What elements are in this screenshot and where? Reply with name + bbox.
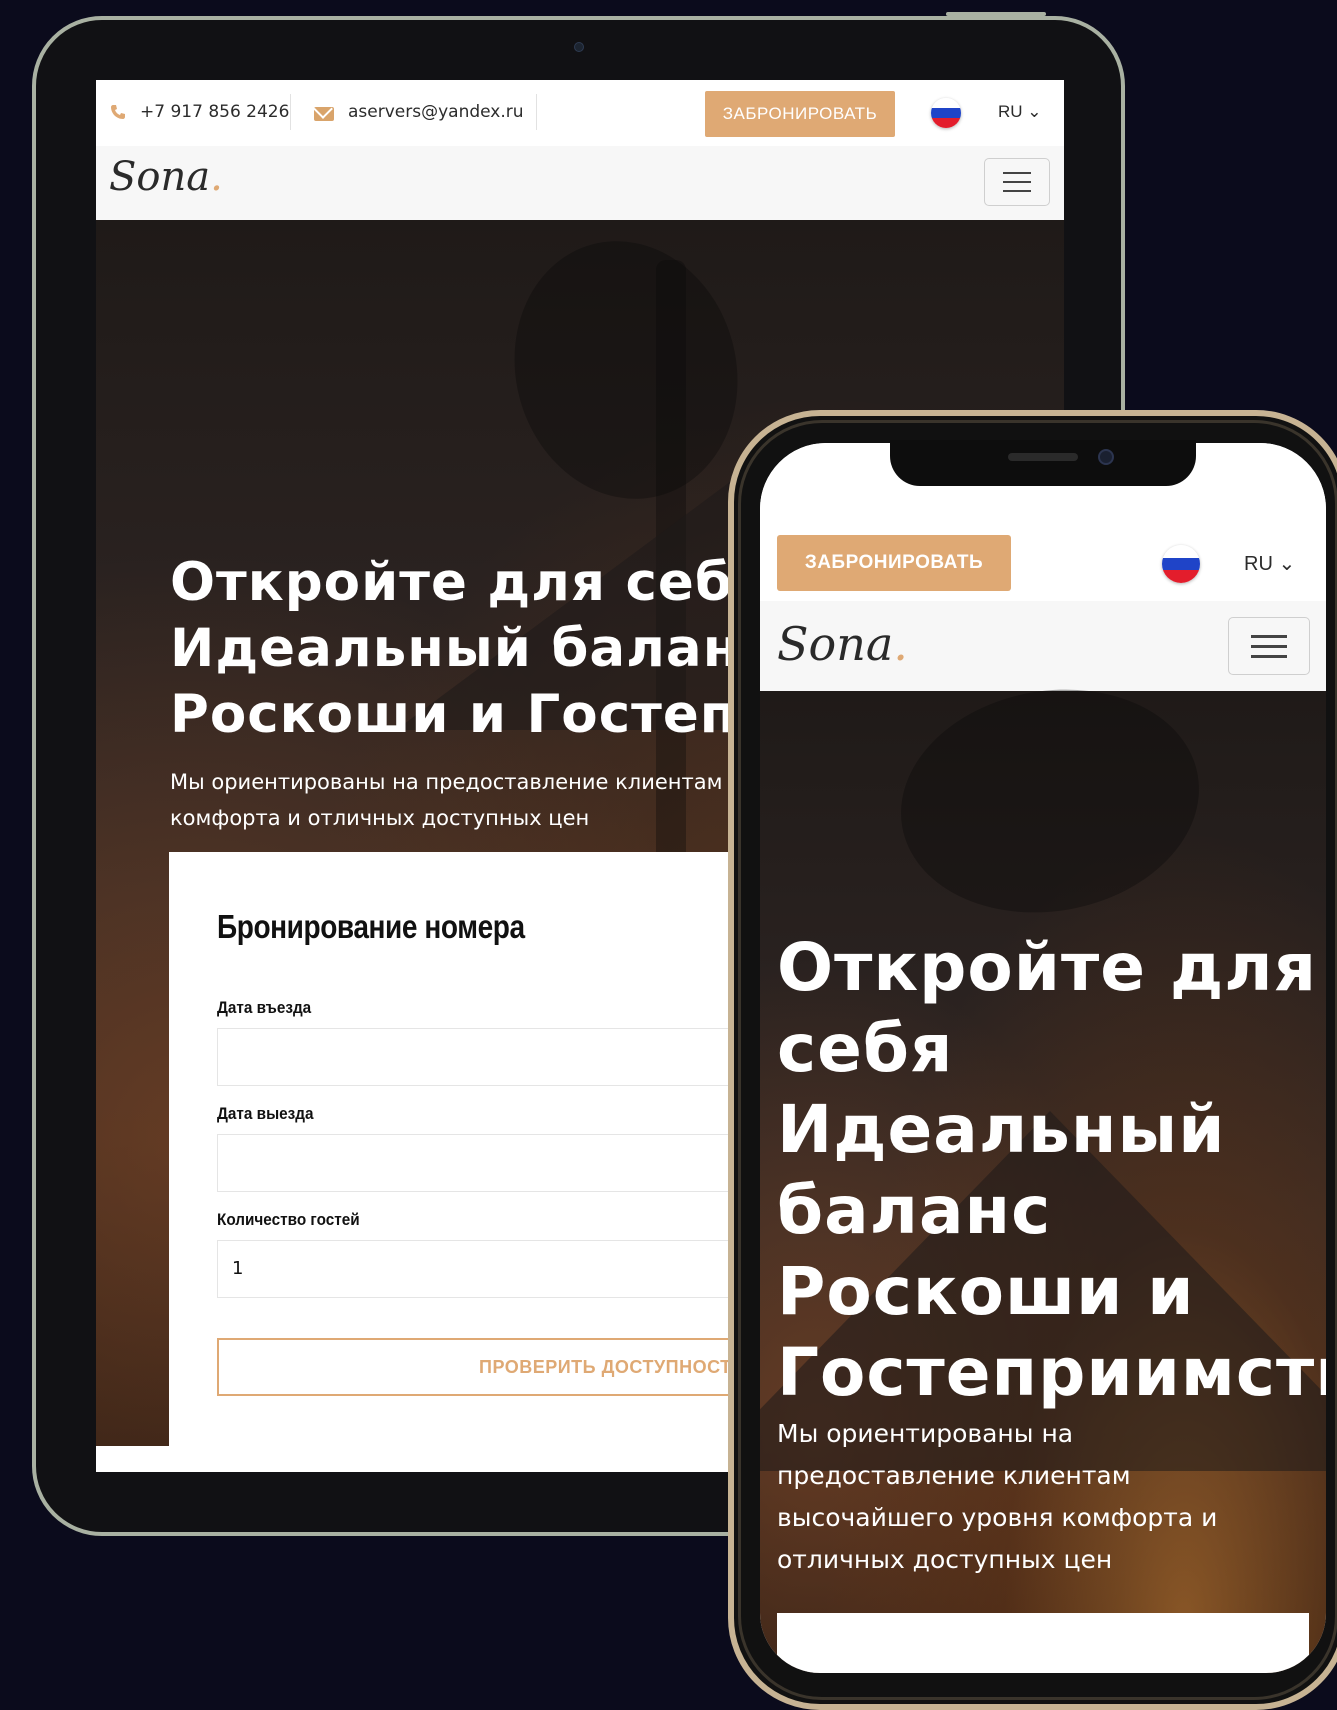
logo-dot: . bbox=[210, 154, 223, 200]
guests-label: Количество гостей bbox=[217, 1210, 360, 1229]
top-bar: +7 917 856 2426 aservers@yandex.ru ЗАБРО… bbox=[96, 80, 1064, 146]
russia-flag-icon[interactable] bbox=[931, 98, 961, 128]
phone-notch bbox=[890, 440, 1196, 486]
phone-icon bbox=[110, 104, 126, 120]
russia-flag-icon[interactable] bbox=[1162, 545, 1200, 583]
book-button[interactable]: ЗАБРОНИРОВАТЬ bbox=[777, 535, 1011, 591]
hamburger-menu-icon[interactable] bbox=[1228, 617, 1310, 675]
booking-card-peek bbox=[777, 1613, 1309, 1673]
checkin-label: Дата въезда bbox=[217, 998, 312, 1017]
booking-title: Бронирование номера bbox=[217, 908, 525, 945]
logo-dot: . bbox=[893, 617, 908, 671]
email-link[interactable]: aservers@yandex.ru bbox=[348, 102, 524, 122]
checkout-label: Дата выезда bbox=[217, 1104, 314, 1123]
navbar: Sona. bbox=[760, 601, 1326, 691]
palm-silhouette bbox=[883, 666, 1217, 936]
tablet-camera bbox=[574, 42, 584, 52]
hero-section: Откройте для себя Идеальный баланс Роско… bbox=[760, 666, 1326, 1673]
tablet-top-button bbox=[946, 12, 1046, 16]
tablet-side-button bbox=[1121, 200, 1125, 260]
book-button[interactable]: ЗАБРОНИРОВАТЬ bbox=[705, 91, 895, 137]
phone-screen: ЗАБРОНИРОВАТЬ RU ⌄ Sona. Откройте для се… bbox=[760, 443, 1326, 1673]
palm-silhouette bbox=[486, 215, 766, 525]
logo[interactable]: Sona. bbox=[777, 617, 908, 671]
phone-number[interactable]: +7 917 856 2426 bbox=[140, 102, 289, 122]
logo-text: Sona bbox=[109, 154, 211, 200]
navbar: Sona. bbox=[96, 146, 1064, 220]
front-camera-icon bbox=[1098, 449, 1114, 465]
tablet-side-button bbox=[1121, 130, 1125, 190]
hero-subtitle: Мы ориентированы на предоставление клиен… bbox=[777, 1419, 1218, 1574]
hero-title: Откройте для себя Идеальный баланс Роско… bbox=[777, 929, 1326, 1411]
divider bbox=[290, 94, 291, 130]
language-selector[interactable]: RU ⌄ bbox=[998, 102, 1042, 122]
hamburger-menu-icon[interactable] bbox=[984, 158, 1050, 206]
logo-text: Sona bbox=[777, 617, 894, 671]
phone-speaker bbox=[1008, 453, 1078, 461]
divider bbox=[536, 94, 537, 130]
logo[interactable]: Sona. bbox=[109, 154, 223, 200]
language-selector[interactable]: RU ⌄ bbox=[1244, 551, 1295, 576]
envelope-icon bbox=[314, 107, 334, 121]
